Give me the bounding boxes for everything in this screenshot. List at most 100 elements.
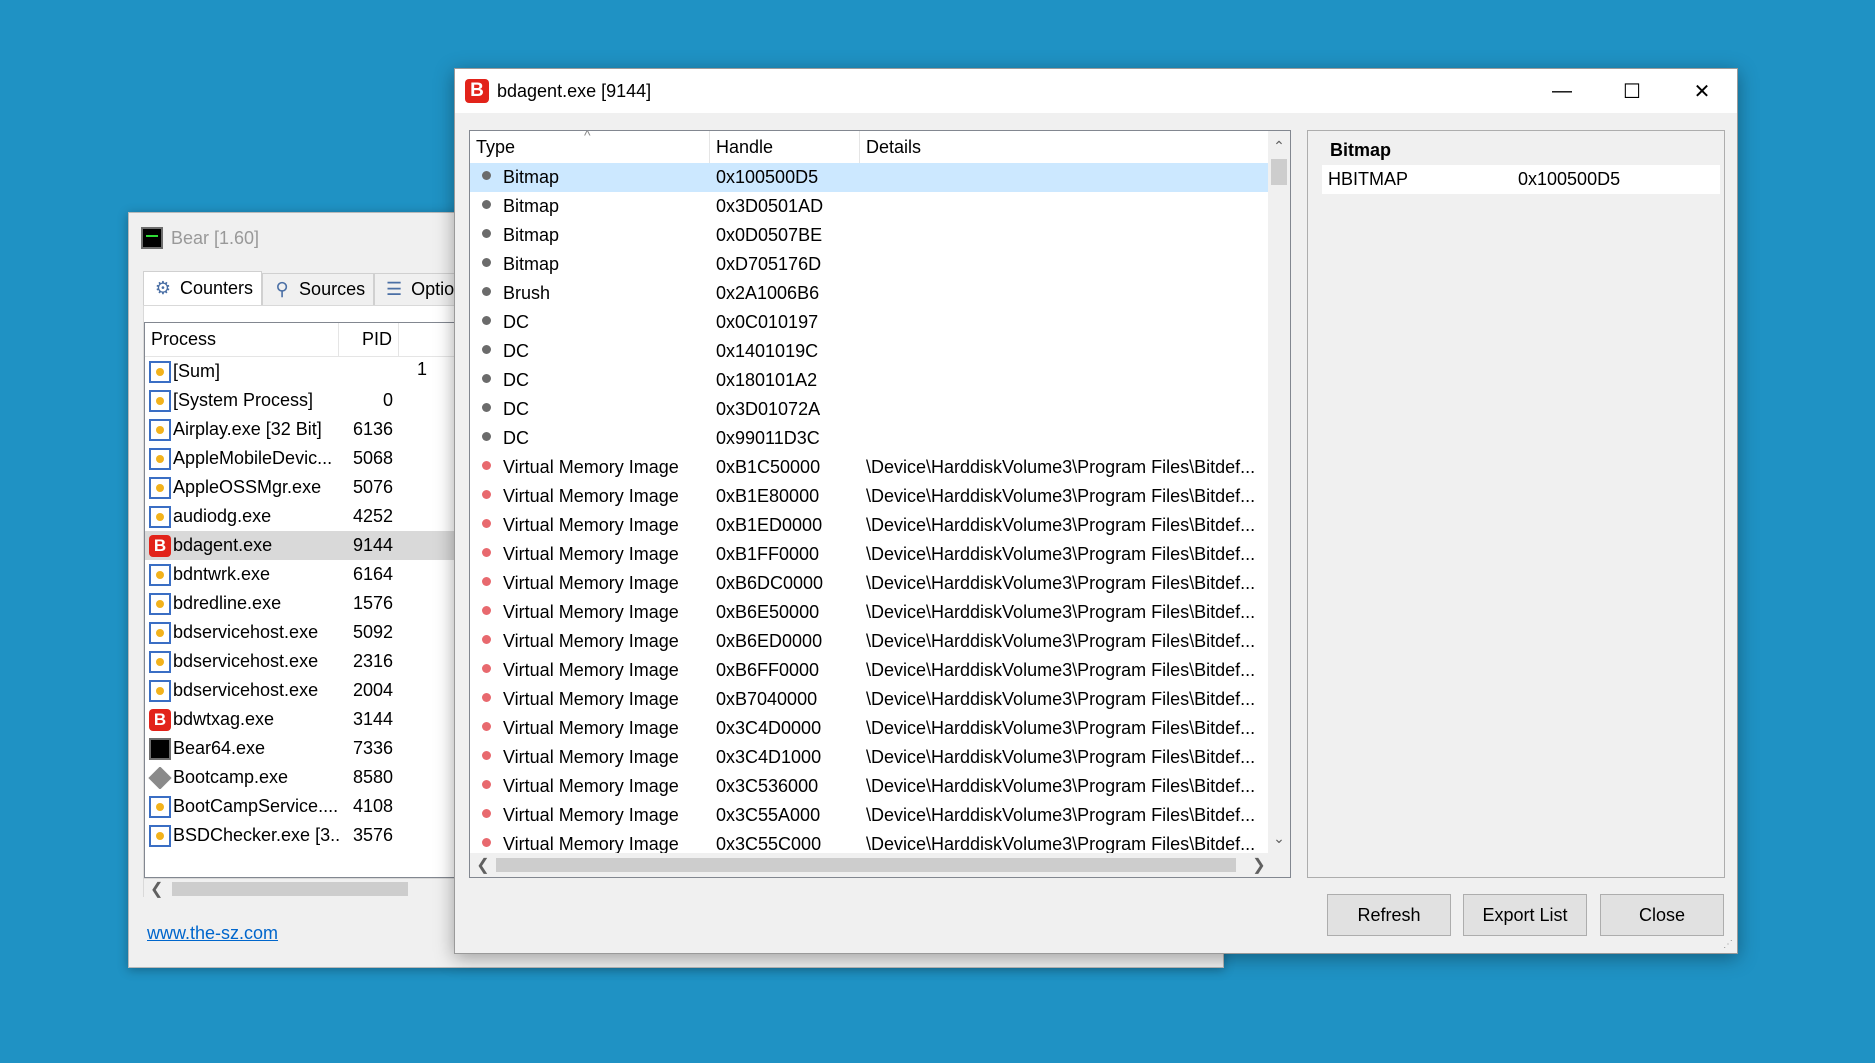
scroll-right-icon[interactable]: ❯ [1248,853,1270,877]
handle-row[interactable]: Bitmap 0x3D0501AD [470,192,1268,221]
handle-row[interactable]: Brush 0x2A1006B6 [470,279,1268,308]
handle-row[interactable]: DC 0x180101A2 [470,366,1268,395]
red-dot-icon [482,751,491,760]
red-dot-icon [482,461,491,470]
handle-row[interactable]: DC 0x99011D3C [470,424,1268,453]
handle-row[interactable]: Virtual Memory Image 0xB6E50000 \Device\Ha… [470,598,1268,627]
handle-type-cell: DC [470,428,710,449]
handle-row[interactable]: Virtual Memory Image 0x3C4D0000 \Device\Ha… [470,714,1268,743]
bear-app-icon [149,737,171,760]
handle-details: \Device\HarddiskVolume3\Program Files\Bi… [866,486,1256,506]
handle-details: \Device\HarddiskVolume3\Program Files\Bi… [866,689,1256,709]
process-pid: 6164 [352,564,393,584]
handle-row[interactable]: Bitmap 0xD705176D [470,250,1268,279]
handle-value: 0xB7040000 [716,689,818,709]
process-name: bdservicehost.exe [173,622,319,642]
process-name-cell: Bear64.exe [145,737,339,760]
gray-dot-icon [482,200,491,209]
bitdefender-icon: B [149,708,171,731]
maximize-button[interactable]: ☐ [1597,69,1667,113]
handle-type-cell: Virtual Memory Image [470,660,710,681]
handle-row[interactable]: DC 0x3D01072A [470,395,1268,424]
dialog-title: bdagent.exe [9144] [497,80,652,101]
handle-value: 0x2A1006B6 [716,283,820,303]
handle-type-cell: Virtual Memory Image [470,602,710,623]
gray-dot-icon [482,316,491,325]
process-name-cell: bdredline.exe [145,592,339,615]
handle-value: 0x0D0507BE [716,225,823,245]
handle-row[interactable]: Virtual Memory Image 0x3C55A000 \Device\Ha… [470,801,1268,830]
handle-row[interactable]: DC 0x0C010197 [470,308,1268,337]
handle-value: 0x3D0501AD [716,196,824,216]
process-pid: 6136 [352,419,393,439]
handle-type: DC [503,370,529,390]
handle-row[interactable]: Virtual Memory Image 0xB7040000 \Device\Ha… [470,685,1268,714]
handle-row[interactable]: Virtual Memory Image 0xB6DC0000 \Device\Ha… [470,569,1268,598]
minimize-button[interactable]: — [1527,69,1597,113]
handle-row[interactable]: Virtual Memory Image 0x3C4D1000 \Device\Ha… [470,743,1268,772]
handle-value: 0x99011D3C [716,428,820,448]
column-process[interactable]: Process [145,323,339,356]
process-pid: 8580 [352,767,393,787]
process-name-cell: AppleMobileDevic... [145,447,339,470]
close-button[interactable]: Close [1600,894,1724,936]
handle-details: \Device\HarddiskVolume3\Program Files\Bi… [866,660,1256,680]
property-row[interactable]: HBITMAP 0x100500D5 [1322,165,1720,194]
scroll-up-icon[interactable]: ⌃ [1268,135,1290,157]
handles-vscroll[interactable]: ⌃ ⌄ [1268,131,1290,853]
handle-row[interactable]: Virtual Memory Image 0xB6ED0000 \Device\Ha… [470,627,1268,656]
tab-counters[interactable]: ⚙ Counters [143,271,263,305]
handle-row[interactable]: Bitmap 0x100500D5 [470,163,1268,192]
process-pid: 5076 [352,477,393,497]
refresh-button[interactable]: Refresh [1327,894,1451,936]
handle-value: 0x180101A2 [716,370,818,390]
handle-value: 0x3C55C000 [716,834,822,853]
bear-tabs: ⚙ Counters ⚲ Sources ☰ Option [143,271,473,305]
process-name: [System Process] [173,390,314,410]
handle-row[interactable]: Virtual Memory Image 0xB1FF0000 \Device\Ha… [470,540,1268,569]
vscroll-thumb[interactable] [1271,159,1287,185]
handle-row[interactable]: Virtual Memory Image 0x3C55C000 \Device\Ha… [470,830,1268,853]
handle-value: 0x3C4D0000 [716,718,822,738]
column-pid[interactable]: PID [339,323,399,356]
scroll-down-icon[interactable]: ⌄ [1268,827,1290,849]
hscroll-thumb[interactable] [496,858,1236,872]
handle-row[interactable]: Virtual Memory Image 0xB6FF0000 \Device\Ha… [470,656,1268,685]
process-name-cell: Bbdwtxag.exe [145,708,339,731]
handle-type: Virtual Memory Image [503,544,679,564]
handle-value: 0xB6FF0000 [716,660,820,680]
handle-type-cell: Bitmap [470,225,710,246]
handles-list[interactable]: Type ^ Handle Details Bitmap 0x100500D5 Bi… [469,130,1291,878]
handles-hscroll[interactable]: ❮ ❯ [470,853,1270,877]
export-list-button[interactable]: Export List [1463,894,1587,936]
process-name: AppleOSSMgr.exe [173,477,322,497]
column-details[interactable]: Details [860,131,1268,163]
handle-value: 0xB1ED0000 [716,515,823,535]
bear-titlebar[interactable]: Bear [1.60] [141,223,259,253]
website-link[interactable]: www.the-sz.com [147,923,278,944]
tab-sources[interactable]: ⚲ Sources [262,273,375,305]
red-dot-icon [482,577,491,586]
column-handle[interactable]: Handle [710,131,860,163]
process-name: [Sum] [173,361,221,381]
handle-row[interactable]: Virtual Memory Image 0xB1E80000 \Device\Ha… [470,482,1268,511]
process-name-cell: AppleOSSMgr.exe [145,476,339,499]
process-pid: 2316 [352,651,393,671]
red-dot-icon [482,606,491,615]
handle-row[interactable]: Virtual Memory Image 0x3C536000 \Device\Ha… [470,772,1268,801]
process-pid: 5092 [352,622,393,642]
column-type[interactable]: Type ^ [470,131,710,163]
column-type-label: Type [476,136,516,157]
scroll-left-icon[interactable]: ❮ [150,879,163,899]
window-app-icon [149,563,171,586]
resize-grip-icon[interactable]: ⋰ [1723,939,1735,951]
dialog-titlebar[interactable]: B bdagent.exe [9144] — ☐ ✕ [455,69,1737,113]
handle-row[interactable]: Bitmap 0x0D0507BE [470,221,1268,250]
handle-row[interactable]: Virtual Memory Image 0xB1C50000 \Device\Ha… [470,453,1268,482]
hscroll-thumb[interactable] [172,882,408,896]
scroll-left-icon[interactable]: ❮ [472,853,494,877]
close-window-button[interactable]: ✕ [1667,69,1737,113]
handle-row[interactable]: DC 0x1401019C [470,337,1268,366]
handle-type: Virtual Memory Image [503,602,679,622]
handle-row[interactable]: Virtual Memory Image 0xB1ED0000 \Device\Ha… [470,511,1268,540]
